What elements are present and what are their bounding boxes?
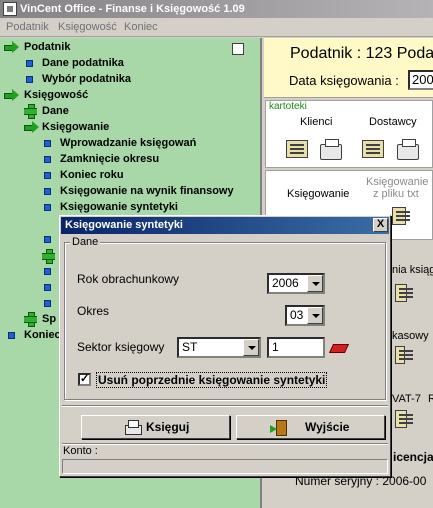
- chevron-down-icon[interactable]: [243, 339, 259, 356]
- sektor-ksiegowy-select[interactable]: ST: [177, 337, 261, 358]
- blue-square-icon: [44, 172, 51, 179]
- podatnik-title: Podatnik : 123 Poda: [290, 45, 433, 62]
- data-ksiegowania-label: Data księgowania :: [289, 73, 399, 88]
- status-separator: [62, 443, 388, 445]
- green-plus-icon: [24, 104, 37, 119]
- klienci-printer-icon[interactable]: [320, 139, 342, 160]
- ksiag-fragment: nia ksiąg: [392, 264, 433, 276]
- blue-square-icon: [44, 156, 51, 163]
- blue-square-icon: [44, 236, 51, 243]
- menu-item-koniec[interactable]: Koniec: [124, 21, 158, 33]
- licencja-label: icencja: [393, 450, 433, 464]
- green-arrow-icon: [4, 89, 20, 101]
- sektor-ksiegowy-label: Sektor księgowy: [77, 340, 165, 354]
- window-title-bar: VinCent Office - Finanse i Księgowość 1.…: [0, 0, 433, 18]
- usun-poprzednie-label[interactable]: Usuń poprzednie księgowanie syntetyki: [96, 372, 328, 388]
- blue-square-icon: [26, 76, 33, 83]
- exit-door-icon: [270, 420, 287, 436]
- data-ksiegowania-input[interactable]: 200: [408, 70, 433, 90]
- blue-square-icon: [44, 268, 51, 275]
- vat-fragment: VAT-7: [392, 393, 421, 405]
- vat-icon[interactable]: [395, 410, 413, 428]
- blue-square-icon: [44, 204, 51, 211]
- printer-icon: [125, 420, 142, 435]
- book-icon[interactable]: [395, 284, 413, 302]
- blue-square-icon: [44, 284, 51, 291]
- ksiegowanie-label[interactable]: Księgowanie: [287, 188, 349, 200]
- menu-item-podatnik[interactable]: Podatnik: [6, 21, 49, 33]
- green-plus-icon: [42, 249, 55, 264]
- green-arrow-icon: [4, 41, 20, 53]
- usun-poprzednie-checkbox[interactable]: ✓: [78, 373, 91, 386]
- dostawcy-printer-icon[interactable]: [397, 139, 419, 160]
- okres-select[interactable]: 03: [285, 305, 325, 326]
- wyjscie-button[interactable]: Wyjście: [236, 415, 385, 439]
- blue-square-icon: [26, 60, 33, 67]
- tree-checkbox[interactable]: [232, 43, 244, 55]
- sektor-number-input[interactable]: 1: [267, 337, 325, 358]
- konto-label: Konto :: [63, 445, 98, 457]
- txt-file-icon[interactable]: [392, 207, 410, 225]
- menu-bar: Podatnik Księgowość Koniec: [0, 18, 433, 37]
- status-bar: [62, 459, 388, 474]
- kasowy-fragment: kasowy: [392, 330, 429, 342]
- dialog-separator: [62, 405, 388, 407]
- rok-obrachunkowy-label: Rok obrachunkowy: [77, 272, 180, 286]
- eraser-icon[interactable]: [331, 341, 347, 353]
- blue-square-icon: [44, 300, 51, 307]
- green-plus-icon: [24, 312, 37, 327]
- dostawcy-card-icon[interactable]: [362, 140, 384, 158]
- blue-square-icon: [44, 140, 51, 147]
- cash-icon[interactable]: [395, 346, 413, 364]
- ksiegowanie-z-pliku-label-line2[interactable]: z pliku txt: [373, 188, 419, 200]
- klienci-card-icon[interactable]: [286, 140, 308, 158]
- dialog-close-button[interactable]: X: [373, 218, 388, 232]
- dane-group-label: Dane: [70, 236, 101, 248]
- menu-item-ksiegowosc[interactable]: Księgowość: [58, 21, 117, 33]
- ksiegowanie-z-pliku-label-line1[interactable]: Księgowanie: [366, 176, 428, 188]
- dialog-title-bar: Księgowanie syntetyki: [61, 217, 389, 234]
- blue-square-icon: [8, 332, 15, 339]
- blue-square-icon: [44, 188, 51, 195]
- kartoteki-label: kartoteki: [269, 101, 307, 112]
- chevron-down-icon[interactable]: [307, 307, 323, 324]
- okres-label: Okres: [77, 304, 110, 318]
- green-arrow-icon: [24, 121, 40, 133]
- ksieguj-button[interactable]: Księguj: [81, 415, 230, 439]
- klienci-label[interactable]: Klienci: [300, 116, 332, 128]
- rok-obrachunkowy-select[interactable]: 2006: [267, 273, 325, 294]
- dostawcy-label[interactable]: Dostawcy: [369, 116, 417, 128]
- vat-r-fragment: R: [428, 393, 433, 405]
- chevron-down-icon[interactable]: [307, 275, 323, 292]
- app-icon: [3, 2, 17, 16]
